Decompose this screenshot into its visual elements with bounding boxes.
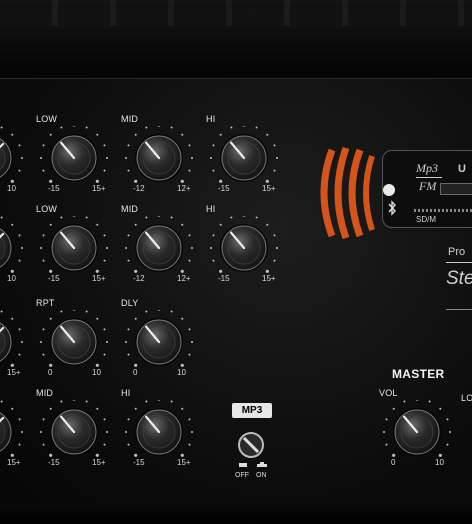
knob-r1-low-max: 15+: [92, 184, 106, 193]
knob-r1-low-min: -15: [48, 184, 60, 193]
usb-label: U: [458, 163, 466, 175]
knob-r2-partial-max: 10: [7, 274, 16, 283]
knob-r3-rpt-label: RPT: [36, 298, 55, 308]
right-edge-label: LO: [461, 393, 472, 403]
sd-slot[interactable]: [414, 209, 472, 212]
knob-r4-mid-max: 15+: [92, 458, 106, 467]
knob-r2-mid-label: MID: [121, 204, 139, 214]
knob-r2-hi[interactable]: HI -15 15+: [200, 204, 286, 286]
knob-r3-dly-min: 0: [133, 368, 138, 377]
knob-master-vol-max: 10: [435, 458, 444, 467]
knob-r1-low[interactable]: LOW -15 15+: [30, 114, 116, 196]
knob-r2-low-min: -15: [48, 274, 60, 283]
fm-label: FM: [419, 179, 437, 193]
knob-r3-rpt[interactable]: RPT 0 10: [30, 298, 116, 380]
knob-master-vol-min: 0: [391, 458, 396, 467]
knob-master-vol[interactable]: VOL 0 10: [373, 388, 459, 470]
brand-big-text: Ste: [446, 268, 472, 289]
mp3-badge: MP3: [232, 403, 272, 418]
knob-r2-low[interactable]: LOW -15 15+: [30, 204, 116, 286]
knob-r1-partial-max: 10: [7, 184, 16, 193]
knob-r1-partial[interactable]: 10: [0, 118, 31, 196]
knob-r1-mid[interactable]: MID -12 12+: [115, 114, 201, 196]
knob-r4-hi-min: -15: [133, 458, 145, 467]
knob-r4-partial[interactable]: 15+: [0, 392, 31, 470]
ir-sensor-icon: [383, 184, 395, 196]
knob-r2-low-max: 15+: [92, 274, 106, 283]
knob-r2-hi-min: -15: [218, 274, 230, 283]
knob-r1-mid-label: MID: [121, 114, 139, 124]
amplifier-panel: 10 LOW -15 15+ MID -12 12+ HI -15 15+ 10…: [0, 0, 472, 524]
knob-r2-mid-min: -12: [133, 274, 145, 283]
mp3-fm-divider: [416, 177, 442, 178]
knob-r4-hi-label: HI: [121, 388, 131, 398]
mp3-label: Mp3: [416, 161, 438, 175]
knob-r1-hi[interactable]: HI -15 15+: [200, 114, 286, 196]
knob-r2-low-label: LOW: [36, 204, 58, 214]
bottom-edge: [0, 504, 472, 524]
bluetooth-icon: [388, 200, 396, 216]
knob-r3-dly-label: DLY: [121, 298, 139, 308]
knob-r1-hi-label: HI: [206, 114, 216, 124]
knob-r3-rpt-max: 10: [92, 368, 101, 377]
knob-r2-hi-label: HI: [206, 204, 216, 214]
knob-r4-mid-min: -15: [48, 458, 60, 467]
knob-r3-rpt-min: 0: [48, 368, 53, 377]
knob-r1-hi-min: -15: [218, 184, 230, 193]
knob-r2-mid-max: 12+: [177, 274, 191, 283]
usb-port[interactable]: [440, 183, 472, 195]
knob-r1-hi-max: 15+: [262, 184, 276, 193]
knob-r2-partial[interactable]: 10: [0, 208, 31, 286]
knob-r4-mid-label: MID: [36, 388, 54, 398]
knob-r4-partial-max: 15+: [7, 458, 21, 467]
top-vent-strip: [0, 0, 472, 26]
knob-master-vol-label: VOL: [379, 388, 398, 398]
knob-r3-partial[interactable]: 15+: [0, 302, 31, 380]
orange-arcs-logo: [320, 146, 375, 240]
mp3-rotary-switch[interactable]: [236, 430, 266, 460]
master-label: MASTER: [392, 367, 445, 381]
knob-r2-hi-max: 15+: [262, 274, 276, 283]
knob-r1-low-label: LOW: [36, 114, 58, 124]
brand-divider-bottom: [446, 309, 472, 310]
knob-r2-mid[interactable]: MID -12 12+: [115, 204, 201, 286]
switch-off-icon: [239, 463, 247, 467]
knob-r1-mid-min: -12: [133, 184, 145, 193]
knob-r4-hi[interactable]: HI -15 15+: [115, 388, 201, 470]
brand-small-text: Pro: [448, 246, 466, 258]
knob-r4-hi-max: 15+: [177, 458, 191, 467]
sd-label: SD/M: [416, 215, 436, 224]
knob-r3-dly[interactable]: DLY 0 10: [115, 298, 201, 380]
switch-on-icon: [257, 462, 267, 467]
knob-r4-mid[interactable]: MID -15 15+: [30, 388, 116, 470]
knob-r1-mid-max: 12+: [177, 184, 191, 193]
switch-off-label: OFF: [235, 472, 249, 479]
switch-on-label: ON: [256, 472, 267, 479]
knob-r3-partial-max: 15+: [7, 368, 21, 377]
brand-divider-top: [446, 262, 472, 263]
knob-r3-dly-max: 10: [177, 368, 186, 377]
